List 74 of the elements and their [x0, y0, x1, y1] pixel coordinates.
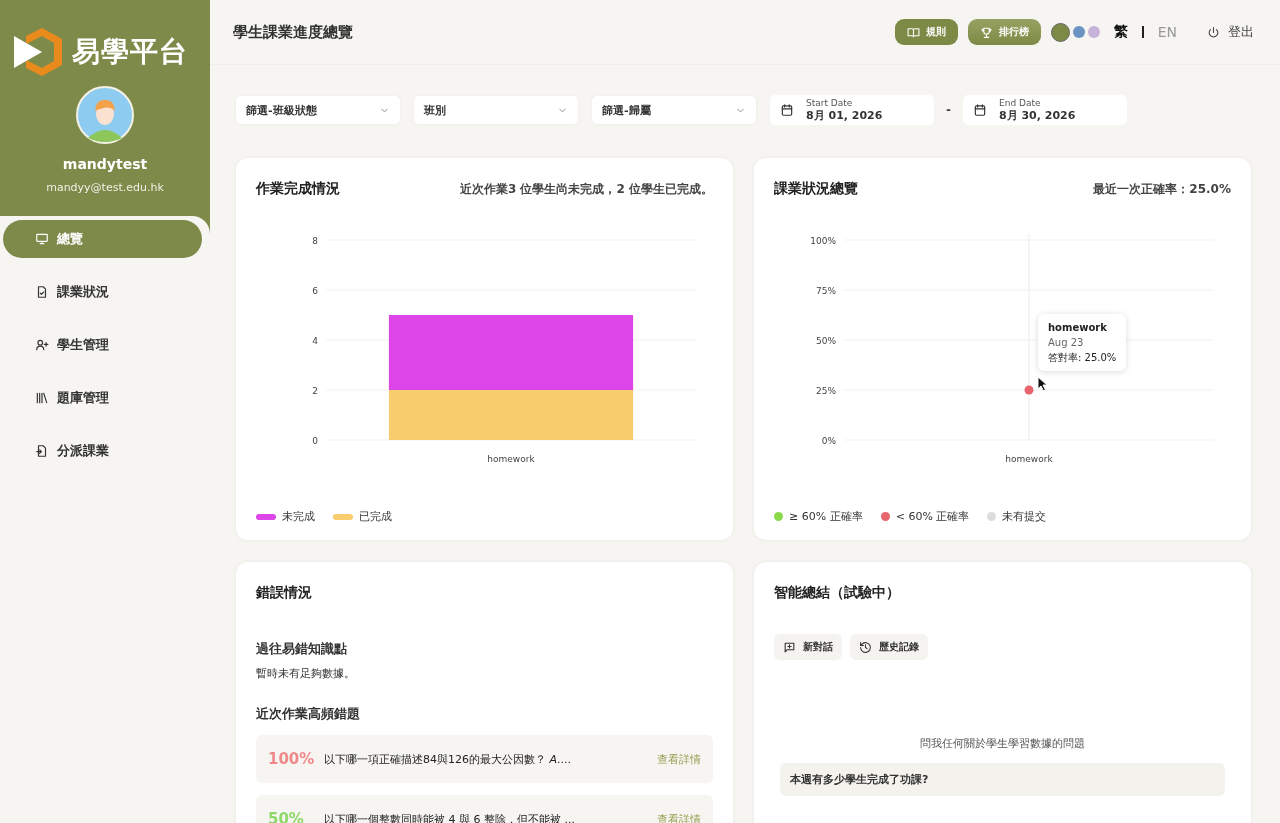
suggested-question[interactable]: 本週有多少學生完成了功課? — [780, 763, 1225, 796]
empty-note: 暫時未有足夠數據。 — [256, 666, 356, 681]
card-title: 智能總結（試驗中） — [774, 584, 900, 602]
page-title: 學生課業進度總覽 — [233, 22, 353, 42]
tooltip-title: homework — [1048, 321, 1108, 335]
theme-color-dot[interactable] — [1072, 26, 1085, 38]
book-icon — [906, 25, 920, 39]
user-email: mandyy@test.edu.hk — [46, 181, 164, 194]
filter-select[interactable]: 篩選-班級狀態 — [236, 96, 400, 124]
nav-item[interactable]: 總覽 — [3, 220, 202, 258]
axis-tick-label: 75% — [816, 286, 836, 296]
axis-category-label: homework — [487, 454, 535, 464]
date-value: 8月 30, 2026 — [999, 108, 1076, 123]
axis-tick-label: 25% — [816, 386, 836, 396]
axis-tick-label: 0 — [312, 436, 318, 446]
date-separator: - — [946, 103, 951, 117]
trophy-icon — [979, 25, 993, 39]
legend-label: ≥ 60% 正確率 — [789, 509, 863, 524]
tooltip-date: Aug 23 — [1048, 336, 1085, 350]
section-heading: 近次作業高頻錯題 — [256, 705, 361, 723]
axis-tick-label: 50% — [816, 336, 836, 346]
section-heading: 過往易錯知識點 — [256, 640, 348, 658]
prompt-text: 問我任何關於學生學習數據的問題 — [919, 736, 1086, 751]
calendar-icon — [780, 103, 794, 117]
library-icon — [35, 391, 49, 405]
nav-item[interactable]: 分派課業 — [3, 432, 202, 470]
nav-item[interactable]: 學生管理 — [3, 326, 202, 364]
card-title: 錯誤情況 — [256, 584, 312, 602]
legend-label: < 60% 正確率 — [895, 509, 970, 524]
document-arrow-icon — [35, 444, 49, 458]
theme-color-dot[interactable] — [1087, 26, 1100, 38]
date-value: 8月 01, 2026 — [806, 108, 883, 123]
card-summary: 最近一次正確率：25.0% — [1093, 180, 1231, 198]
filter-select[interactable]: 班別 — [414, 96, 578, 124]
card-title: 作業完成情況 — [256, 180, 340, 198]
legend-label: 未完成 — [282, 509, 315, 524]
language-option[interactable]: 繁 — [1113, 23, 1128, 41]
user-plus-icon — [35, 338, 49, 352]
logout-button[interactable]: 登出 — [1201, 22, 1260, 42]
document-check-icon — [35, 285, 49, 299]
card-title: 課業狀況總覽 — [774, 180, 858, 198]
monitor-icon — [35, 232, 49, 246]
tooltip-value: 答對率: 25.0% — [1048, 351, 1117, 365]
ai-button[interactable]: 歷史記錄 — [850, 634, 928, 660]
filter-select[interactable]: 篩選-歸屬 — [592, 96, 756, 124]
power-icon — [1207, 25, 1220, 39]
user-name: mandytest — [62, 156, 148, 172]
date-field[interactable]: End Date 8月 30, 2026 — [963, 95, 1127, 125]
avatar — [76, 86, 134, 144]
question-text: 以下哪一項正確描述84與126的最大公因數？ A.... — [324, 751, 573, 767]
nav-item[interactable]: 課業狀況 — [3, 273, 202, 311]
history-icon — [859, 640, 872, 654]
date-field[interactable]: Start Date 8月 01, 2026 — [770, 95, 934, 125]
date-label: Start Date — [806, 97, 854, 109]
legend-label: 已完成 — [359, 509, 392, 524]
data-point[interactable] — [1024, 385, 1034, 395]
theme-color-dot[interactable] — [1050, 22, 1070, 42]
mouse-cursor-icon — [1037, 376, 1048, 392]
calendar-icon — [973, 103, 987, 117]
axis-tick-label: 4 — [312, 336, 318, 346]
axis-tick-label: 6 — [312, 286, 318, 296]
ai-button[interactable]: 新對話 — [774, 634, 842, 660]
card-summary: 近次作業3 位學生尚未完成，2 位學生已完成。 — [459, 180, 713, 198]
axis-tick-label: 8 — [312, 236, 318, 246]
chat-plus-icon — [783, 640, 796, 654]
nav-item[interactable]: 題庫管理 — [3, 379, 202, 417]
logo-text: 易學平台 — [72, 34, 188, 70]
axis-category-label: homework — [1005, 454, 1053, 464]
legend-label: 未有提交 — [1002, 509, 1047, 524]
axis-tick-label: 2 — [312, 386, 318, 396]
date-label: End Date — [999, 97, 1042, 109]
header-button[interactable]: 規則 — [894, 19, 958, 45]
axis-tick-label: 0% — [821, 436, 836, 446]
axis-tick-label: 100% — [810, 236, 836, 246]
